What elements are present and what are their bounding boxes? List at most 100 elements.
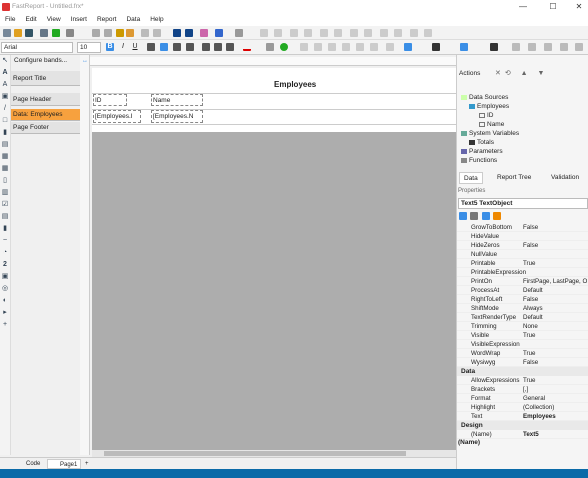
chart-icon[interactable]: ▯ — [1, 177, 9, 184]
move-icon[interactable] — [512, 43, 520, 51]
frame-left-icon[interactable] — [328, 43, 336, 51]
bring-front-icon[interactable] — [260, 29, 268, 37]
frame-right-icon[interactable] — [342, 43, 350, 51]
valign-top-icon[interactable] — [202, 43, 210, 51]
run-icon[interactable] — [52, 29, 60, 37]
prop-row[interactable]: HideValue — [457, 232, 588, 241]
format-painter-icon[interactable] — [126, 29, 134, 37]
menu-report[interactable]: Report — [92, 14, 122, 26]
frame-all-icon[interactable] — [356, 43, 364, 51]
prop-value[interactable]: Always — [523, 304, 587, 313]
preview-icon[interactable] — [40, 29, 48, 37]
close-button[interactable]: ✕ — [566, 0, 588, 14]
sparkline-icon[interactable]: ~ — [1, 237, 9, 244]
prop-value[interactable]: None — [523, 322, 587, 331]
same-width-icon[interactable] — [350, 29, 358, 37]
tab-page1[interactable]: Page1 — [47, 459, 81, 469]
snap-icon[interactable] — [320, 29, 328, 37]
subreport-icon[interactable]: ▤ — [1, 141, 9, 148]
prop-value[interactable]: (Collection) — [523, 403, 587, 412]
center-h-icon[interactable] — [410, 29, 418, 37]
menu-view[interactable]: View — [42, 14, 66, 26]
events-icon[interactable] — [493, 212, 501, 220]
valign-middle-icon[interactable] — [214, 43, 222, 51]
tree-parameters[interactable]: Parameters — [461, 147, 503, 156]
prop-row[interactable]: VisibleExpression — [457, 340, 588, 349]
tab-report-tree[interactable]: Report Tree — [493, 172, 535, 184]
prop-row[interactable]: WordWrap True — [457, 349, 588, 358]
prop-value[interactable]: Default — [523, 313, 587, 322]
same-size-icon[interactable] — [380, 29, 388, 37]
minimize-button[interactable]: — — [510, 0, 536, 14]
html-icon[interactable]: ◎ — [1, 285, 9, 292]
cut-icon[interactable] — [92, 29, 100, 37]
paste-icon[interactable] — [116, 29, 124, 37]
tree-totals[interactable]: Totals — [469, 138, 494, 147]
prop-value[interactable]: True — [523, 349, 587, 358]
barcode-icon[interactable]: ▮ — [1, 129, 9, 136]
bar-chart-icon[interactable]: ▮ — [1, 225, 9, 232]
undo-icon[interactable] — [215, 29, 223, 37]
text-justify-icon[interactable] — [186, 43, 194, 51]
categorized-icon[interactable] — [459, 212, 467, 220]
text-right-icon[interactable] — [173, 43, 181, 51]
band-page-footer[interactable]: Page Footer — [11, 122, 80, 134]
menu-file[interactable]: File — [0, 14, 20, 26]
object-selector[interactable]: Text5 TextObject — [458, 198, 588, 209]
prop-row[interactable]: Printable True — [457, 259, 588, 268]
valign-bottom-icon[interactable] — [226, 43, 234, 51]
send-back-icon[interactable] — [274, 29, 282, 37]
font-name-combo[interactable]: Arial — [1, 42, 73, 53]
highlight-icon[interactable] — [266, 43, 274, 51]
prop-value[interactable]: False — [523, 295, 587, 304]
shape-icon[interactable]: □ — [1, 117, 9, 124]
line-icon[interactable]: / — [1, 105, 9, 112]
line-style-icon[interactable] — [490, 43, 498, 51]
group-icon[interactable] — [141, 29, 149, 37]
redo-icon[interactable] — [235, 29, 243, 37]
copy-icon[interactable] — [104, 29, 112, 37]
text-center-icon[interactable] — [160, 43, 168, 51]
scroll-thumb[interactable] — [104, 451, 406, 456]
line-width-icon[interactable] — [460, 43, 468, 51]
text-object-icon[interactable]: A — [1, 69, 9, 76]
prop-value[interactable]: True — [523, 376, 587, 385]
header-cell-id[interactable]: ID — [93, 94, 127, 106]
gauge-icon[interactable]: ◔ — [1, 249, 9, 256]
font-color-icon[interactable] — [243, 43, 251, 51]
underline-icon[interactable]: U — [131, 43, 139, 51]
checkbox-icon[interactable]: ☑ — [1, 201, 9, 208]
rich-text-icon[interactable]: A — [1, 81, 9, 88]
prop-row[interactable]: GrowToBottom False — [457, 223, 588, 232]
prop-row[interactable]: Format General — [457, 394, 588, 403]
category-data[interactable]: Data — [457, 367, 588, 376]
prop-value[interactable]: Employees — [523, 412, 587, 421]
report-title-text[interactable]: Employees — [274, 80, 316, 89]
prop-row[interactable]: ProcessAt Default — [457, 286, 588, 295]
prop-row[interactable]: RightToLeft False — [457, 295, 588, 304]
text-left-icon[interactable] — [147, 43, 155, 51]
bold-icon[interactable]: B — [106, 43, 114, 51]
prop-value[interactable]: General — [523, 394, 587, 403]
new-icon[interactable] — [3, 29, 11, 37]
font-size-combo[interactable]: 10 — [77, 42, 101, 53]
fill-color-icon[interactable] — [404, 43, 412, 51]
maximize-button[interactable]: ☐ — [540, 0, 566, 14]
category-design[interactable]: Design — [457, 421, 588, 430]
digital-signature-icon[interactable]: 2 — [1, 261, 9, 268]
fit-grid-icon[interactable] — [304, 29, 312, 37]
spacing-v-icon[interactable] — [560, 43, 568, 51]
prop-row[interactable]: Trimming None — [457, 322, 588, 331]
spacing-icon[interactable] — [394, 29, 402, 37]
prop-value[interactable]: False — [523, 358, 587, 367]
frame-bottom-icon[interactable] — [314, 43, 322, 51]
tree-functions[interactable]: Functions — [461, 156, 497, 165]
prop-row[interactable]: NullValue — [457, 250, 588, 259]
table-icon[interactable]: ▦ — [1, 153, 9, 160]
menu-help[interactable]: Help — [145, 14, 168, 26]
prop-value[interactable]: True — [523, 331, 587, 340]
menu-insert[interactable]: Insert — [66, 14, 92, 26]
tab-validation[interactable]: Validation — [547, 172, 583, 184]
band-report-title[interactable]: Report Title — [11, 71, 80, 86]
prop-row[interactable]: (Name) Text5 — [457, 430, 588, 439]
